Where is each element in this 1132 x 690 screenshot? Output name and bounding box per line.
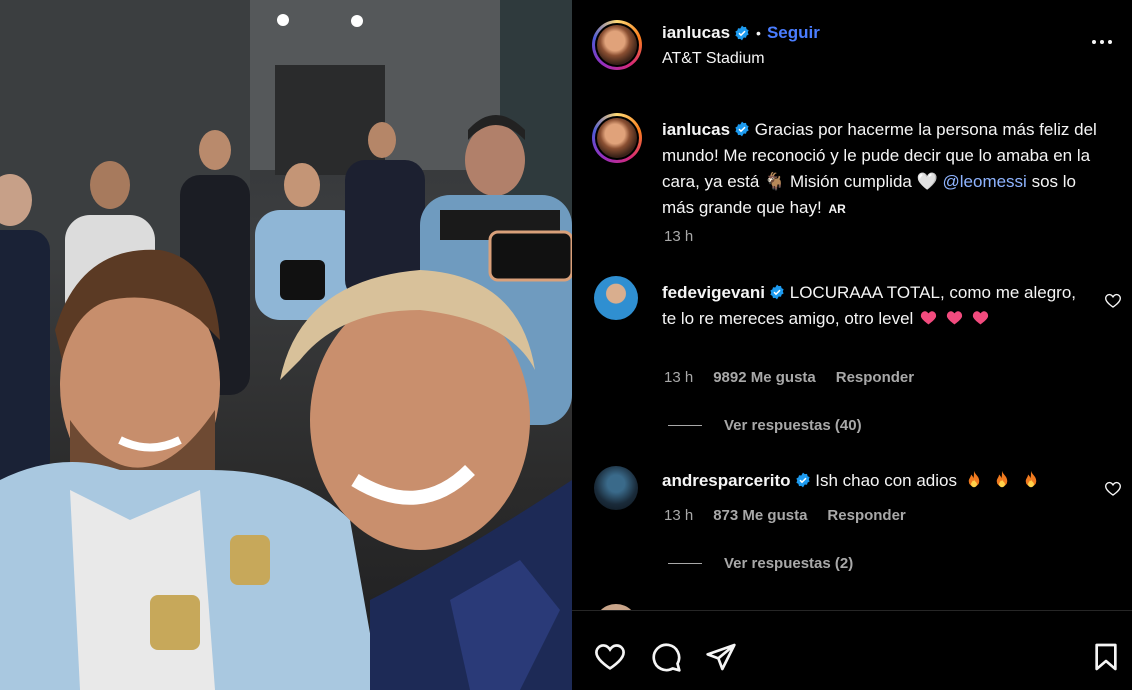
replies-divider [668, 563, 702, 564]
more-options-icon[interactable] [1090, 30, 1114, 54]
post-caption: ianlucas Gracias por hacerme la persona … [662, 117, 1102, 222]
pink-heart-emoji-icon [920, 311, 937, 325]
follow-button[interactable]: Seguir [767, 23, 820, 43]
comment-meta: 13 h 873 Me gusta Responder [664, 507, 906, 524]
author-avatar[interactable] [592, 20, 642, 70]
reply-button[interactable]: Responder [827, 507, 905, 524]
commenter-avatar[interactable] [594, 466, 638, 510]
fire-emoji-icon [968, 470, 979, 488]
goat-emoji: 🐐 [764, 172, 786, 191]
comment-text: Ish chao con adios [815, 471, 957, 490]
comment-andresparcerito: andresparcerito Ish chao con adios [662, 468, 1082, 494]
verified-badge-icon [770, 284, 784, 300]
comment-meta: 13 h 9892 Me gusta Responder [664, 369, 914, 386]
post-photo[interactable] [0, 0, 572, 690]
reply-button[interactable]: Responder [836, 369, 914, 386]
comment-fedevigevani: fedevigevani LOCURAAA TOTAL, como me ale… [662, 280, 1082, 332]
view-replies-label[interactable]: Ver respuestas (40) [724, 417, 862, 434]
view-replies-label[interactable]: Ver respuestas (2) [724, 555, 853, 572]
post-location[interactable]: AT&T Stadium [662, 50, 765, 68]
post-side-panel: ianlucas • Seguir AT&T Stadium ianlucas … [572, 0, 1132, 690]
verified-badge-icon [735, 25, 749, 41]
view-replies-toggle[interactable]: Ver respuestas (40) [668, 417, 862, 434]
bookmark-icon[interactable] [1090, 641, 1122, 673]
caption-author-avatar[interactable] [592, 113, 642, 163]
post-action-bar [572, 610, 1132, 690]
selfie-illustration [0, 0, 572, 690]
verified-badge-icon [795, 472, 810, 488]
post-header: ianlucas • Seguir [662, 23, 820, 43]
author-username[interactable]: ianlucas [662, 23, 730, 43]
comment-timestamp[interactable]: 13 h [664, 369, 693, 386]
comment-icon[interactable] [650, 641, 682, 673]
heart-icon[interactable] [594, 641, 626, 673]
comment-timestamp[interactable]: 13 h [664, 507, 693, 524]
comment-username[interactable]: andresparcerito [662, 471, 791, 490]
share-icon[interactable] [705, 641, 737, 673]
fire-emoji-icon [1025, 470, 1037, 488]
view-replies-toggle[interactable]: Ver respuestas (2) [668, 555, 853, 572]
comment-likes[interactable]: 873 Me gusta [713, 507, 807, 524]
like-comment-icon[interactable] [1104, 480, 1122, 498]
comment-likes[interactable]: 9892 Me gusta [713, 369, 816, 386]
mention-link[interactable]: @leomessi [943, 172, 1027, 191]
fire-emoji-icon [997, 470, 1008, 488]
caption-text-2: Misión cumplida [789, 172, 912, 191]
like-comment-icon[interactable] [1104, 292, 1122, 310]
separator-dot: • [756, 25, 761, 41]
argentina-flag-label: AR [828, 202, 846, 216]
commenter-avatar[interactable] [594, 276, 638, 320]
pink-heart-emoji-icon [946, 311, 962, 325]
comment-username[interactable]: fedevigevani [662, 283, 765, 302]
pink-heart-emoji-icon [972, 311, 988, 325]
verified-badge-icon [735, 121, 749, 137]
white-heart-emoji: 🤍 [916, 172, 938, 191]
caption-timestamp[interactable]: 13 h [664, 228, 693, 245]
caption-username[interactable]: ianlucas [662, 120, 730, 139]
replies-divider [668, 425, 702, 426]
